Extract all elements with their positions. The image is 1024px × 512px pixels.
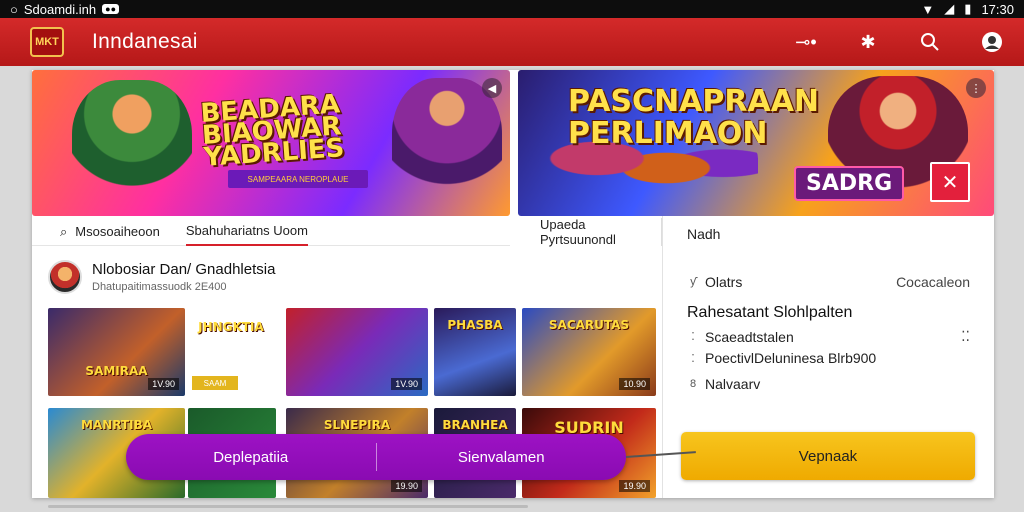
- banner-title-2: PASCNAPRAAN PERLIMAON: [568, 84, 820, 151]
- panel-section-title: Rahesatant Slohlpalten: [687, 304, 853, 321]
- thumb-price: 19.90: [619, 480, 650, 492]
- thumb-price: 1V.90: [148, 378, 179, 390]
- pin-icon: ƴ: [690, 276, 696, 288]
- game-thumb[interactable]: PHASBA: [434, 308, 516, 396]
- panel-row-details: ƴ Olatrs Cocacaleon: [687, 274, 970, 290]
- panel-row-option[interactable]: ⁚ PoectivlDeluninesa Blrb900: [687, 350, 970, 366]
- wifi-icon: ▼: [921, 1, 935, 17]
- left-action-button[interactable]: Deplepatiia: [126, 449, 376, 466]
- section-title: Nlobosiar Dan/ Gnadhletsia: [92, 261, 276, 278]
- details-panel: Nadh ƴ Olatrs Cocacaleon Rahesatant Sloh…: [662, 216, 994, 498]
- panel-row-option[interactable]: ⁚ Scaeadtstalen ⁚⁚: [687, 328, 970, 345]
- app-logo[interactable]: MKT: [30, 27, 64, 57]
- thumb-price: 19.90: [391, 480, 422, 492]
- status-left-text: Sdoamdi.inh: [23, 1, 97, 17]
- thumb-label: BRANHEA: [442, 418, 508, 432]
- tab-updates[interactable]: Upaeda Pyrtsuunondl: [540, 217, 661, 247]
- thumb-label: JHNGKTIA: [198, 320, 264, 334]
- row-label: Nalvaarv: [705, 376, 761, 392]
- app-bar: MKT Inndanesai ⊸• ✱: [0, 18, 1024, 66]
- bullet-icon: ⁚: [691, 331, 695, 343]
- more-icon[interactable]: ⁚⁚: [961, 328, 970, 345]
- hero-figure-right: [392, 78, 502, 216]
- info-icon: 8: [689, 378, 697, 390]
- scrollbar[interactable]: [48, 505, 528, 508]
- section-subtitle: Dhatupaitimassuodk 2E400: [92, 281, 227, 293]
- thumb-label: MANRTIBA: [80, 418, 153, 432]
- banner-title-1: BEADARA BIAOWAR YADRLIES: [199, 89, 346, 173]
- banner-subtitle-1: SAMPEAARA NEROPLAUE: [228, 170, 368, 188]
- panel-row-option[interactable]: 8 Nalvaarv: [687, 376, 970, 392]
- primary-action-button[interactable]: Vepnaak: [681, 432, 975, 480]
- signal-icon: ◢: [944, 1, 955, 16]
- row-label: Olatrs: [705, 274, 743, 290]
- game-thumb[interactable]: 1V.90: [286, 308, 428, 396]
- section-header: Nlobosiar Dan/ Gnadhletsia Dhatupaitimas…: [48, 260, 275, 294]
- tab-browse[interactable]: Msosoaiheoon: [75, 224, 178, 239]
- thumb-label: SLNEPIRA: [323, 418, 391, 432]
- key-icon[interactable]: ⊸•: [792, 28, 820, 56]
- tab-bar-left: ⌕ Msosoaiheoon Sbahuhariatns Uoom: [32, 218, 510, 246]
- banner-badge: SADRG: [794, 166, 905, 201]
- floating-action-bar: Deplepatiia Sienvalamen: [126, 434, 626, 480]
- banner-menu-icon[interactable]: ⋮: [966, 78, 986, 98]
- thumb-price: 1V.90: [391, 378, 422, 390]
- banner-close-icon[interactable]: ✕: [930, 162, 970, 202]
- row-value: Cocacaleon: [896, 274, 970, 290]
- avatar[interactable]: [48, 260, 82, 294]
- thumb-label: PHASBA: [447, 318, 503, 332]
- battery-icon: ▮: [964, 1, 972, 16]
- thumb-label: SAMIRAA: [85, 364, 148, 378]
- promo-banner-2[interactable]: PASCNAPRAAN PERLIMAON SADRG ✕ ⋮: [518, 70, 994, 216]
- tab-active[interactable]: Sbahuhariatns Uoom: [185, 217, 308, 246]
- tab-bar-right: Upaeda Pyrtsuunondl: [518, 217, 662, 247]
- gift-icon[interactable]: ✱: [854, 28, 882, 56]
- status-bar: ○ Sdoamdi.inh ●● ▼ ◢ ▮ 17:30: [0, 0, 1024, 18]
- thumb-tag: SAAM: [192, 376, 238, 390]
- row-label: Scaeadtstalen: [705, 328, 794, 345]
- search-icon[interactable]: [916, 28, 944, 56]
- thumb-label: SACARUTAS: [548, 318, 630, 332]
- promo-banner-1[interactable]: BEADARA BIAOWAR YADRLIES SAMPEAARA NEROP…: [32, 70, 510, 216]
- banner-sound-icon[interactable]: ◀: [482, 78, 502, 98]
- panel-heading: Nadh: [687, 226, 721, 242]
- status-dot-icon: ○: [10, 1, 18, 17]
- thumb-price: 10.90: [619, 378, 650, 390]
- profile-icon[interactable]: [978, 28, 1006, 56]
- search-icon[interactable]: ⌕: [60, 224, 67, 240]
- game-thumb[interactable]: SAMIRAA 1V.90: [48, 308, 185, 396]
- row-label: PoectivlDeluninesa Blrb900: [705, 350, 877, 366]
- app-title: Inndanesai: [92, 30, 198, 53]
- notification-icon: ●●: [102, 4, 120, 14]
- hero-figure-left: [72, 80, 192, 216]
- bullet-icon: ⁚: [691, 352, 695, 365]
- game-thumb[interactable]: JHNGKTIA: [192, 318, 270, 342]
- clock: 17:30: [981, 1, 1014, 17]
- right-action-button[interactable]: Sienvalamen: [377, 449, 627, 466]
- game-thumb[interactable]: SACARUTAS 10.90: [522, 308, 656, 396]
